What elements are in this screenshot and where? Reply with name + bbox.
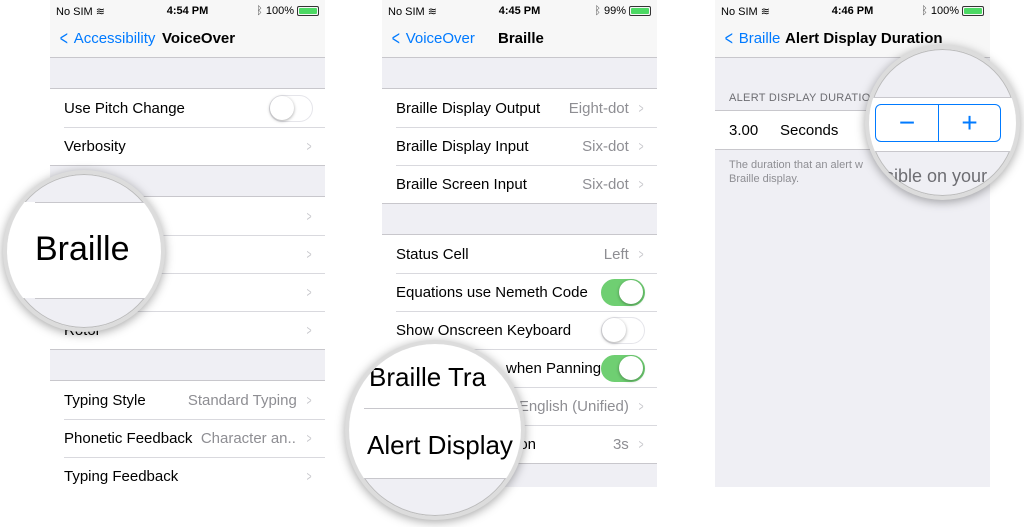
phonetic-feedback-row[interactable]: Phonetic Feedback Character an... > bbox=[50, 419, 325, 457]
typing-style-row[interactable]: Typing Style Standard Typing > bbox=[50, 381, 325, 419]
chevron-left-icon: < bbox=[59, 27, 68, 50]
footer-note-magnified: sible on your bbox=[885, 166, 988, 186]
verbosity-row[interactable]: Verbosity > bbox=[50, 127, 325, 165]
back-button[interactable]: < Accessibility bbox=[58, 27, 156, 50]
status-bar: No SIM ≋ 4:45 PM ᛒ 99% bbox=[382, 0, 657, 22]
chevron-right-icon: > bbox=[638, 100, 644, 116]
chevron-right-icon: > bbox=[306, 322, 312, 338]
chevron-right-icon: > bbox=[306, 284, 312, 300]
chevron-left-icon: < bbox=[391, 27, 400, 50]
battery-percent: 99% bbox=[603, 5, 626, 17]
chevron-right-icon: > bbox=[306, 208, 312, 224]
settings-group: Use Pitch Change Verbosity > bbox=[50, 88, 325, 166]
bluetooth-icon: ᛒ bbox=[594, 5, 601, 17]
chevron-right-icon: > bbox=[638, 138, 644, 154]
chevron-right-icon: > bbox=[638, 246, 644, 262]
braille-translation-label: Braille Tra bbox=[369, 362, 487, 392]
typing-group: Typing Style Standard Typing > Phonetic … bbox=[50, 380, 325, 487]
status-bar: No SIM ≋ 4:46 PM ᛒ 100% bbox=[715, 0, 990, 22]
braille-display-group: Braille Display Output Eight-dot > Brail… bbox=[382, 88, 657, 204]
pitch-change-toggle[interactable] bbox=[269, 94, 313, 122]
duration-stepper[interactable]: − + bbox=[875, 104, 1001, 142]
nemeth-code-toggle[interactable] bbox=[601, 278, 645, 306]
battery-icon bbox=[629, 6, 651, 16]
chevron-right-icon: > bbox=[638, 436, 644, 452]
bluetooth-icon: ᛒ bbox=[256, 5, 263, 17]
alert-display-label[interactable]: Alert Display bbox=[367, 430, 513, 461]
magnifier-alert-display: Braille Tra Alert Display bbox=[345, 340, 525, 520]
panning-toggle[interactable] bbox=[601, 354, 645, 382]
status-bar: No SIM ≋ 4:54 PM ᛒ 100% bbox=[50, 0, 325, 22]
back-button[interactable]: < VoiceOver bbox=[390, 27, 475, 50]
chevron-right-icon: > bbox=[306, 246, 312, 262]
page-title: Alert Display Duration bbox=[785, 30, 943, 47]
magnifier-stepper: − + sible on your bbox=[865, 45, 1020, 200]
chevron-right-icon: > bbox=[638, 398, 644, 414]
page-title: VoiceOver bbox=[162, 30, 236, 47]
battery-icon bbox=[962, 6, 984, 16]
pitch-change-row: Use Pitch Change bbox=[50, 89, 325, 127]
navigation-bar: < Accessibility VoiceOver bbox=[50, 22, 325, 58]
bluetooth-icon: ᛒ bbox=[921, 5, 928, 17]
typing-feedback-row[interactable]: Typing Feedback > bbox=[50, 457, 325, 487]
battery-icon bbox=[297, 6, 319, 16]
chevron-right-icon: > bbox=[638, 176, 644, 192]
chevron-right-icon: > bbox=[306, 138, 312, 154]
nemeth-code-row: Equations use Nemeth Code bbox=[382, 273, 657, 311]
navigation-bar: < VoiceOver Braille bbox=[382, 22, 657, 58]
back-button[interactable]: < Braille bbox=[723, 27, 781, 50]
magnifier-braille: Braille bbox=[3, 170, 165, 332]
decrement-button[interactable]: − bbox=[876, 105, 938, 141]
battery-percent: 100% bbox=[930, 5, 959, 17]
chevron-right-icon: > bbox=[306, 392, 312, 408]
braille-screen-input-row[interactable]: Braille Screen Input Six-dot > bbox=[382, 165, 657, 203]
chevron-left-icon: < bbox=[724, 27, 733, 50]
chevron-right-icon: > bbox=[306, 468, 312, 484]
status-cell-row[interactable]: Status Cell Left > bbox=[382, 235, 657, 273]
chevron-right-icon: > bbox=[306, 430, 312, 446]
braille-display-output-row[interactable]: Braille Display Output Eight-dot > bbox=[382, 89, 657, 127]
onscreen-keyboard-toggle[interactable] bbox=[601, 316, 645, 344]
increment-button[interactable]: + bbox=[938, 105, 1000, 141]
duration-value: 3.00 bbox=[729, 121, 759, 139]
battery-percent: 100% bbox=[265, 5, 294, 17]
braille-row-label[interactable]: Braille bbox=[35, 230, 129, 269]
page-title: Braille bbox=[498, 30, 544, 47]
braille-display-input-row[interactable]: Braille Display Input Six-dot > bbox=[382, 127, 657, 165]
